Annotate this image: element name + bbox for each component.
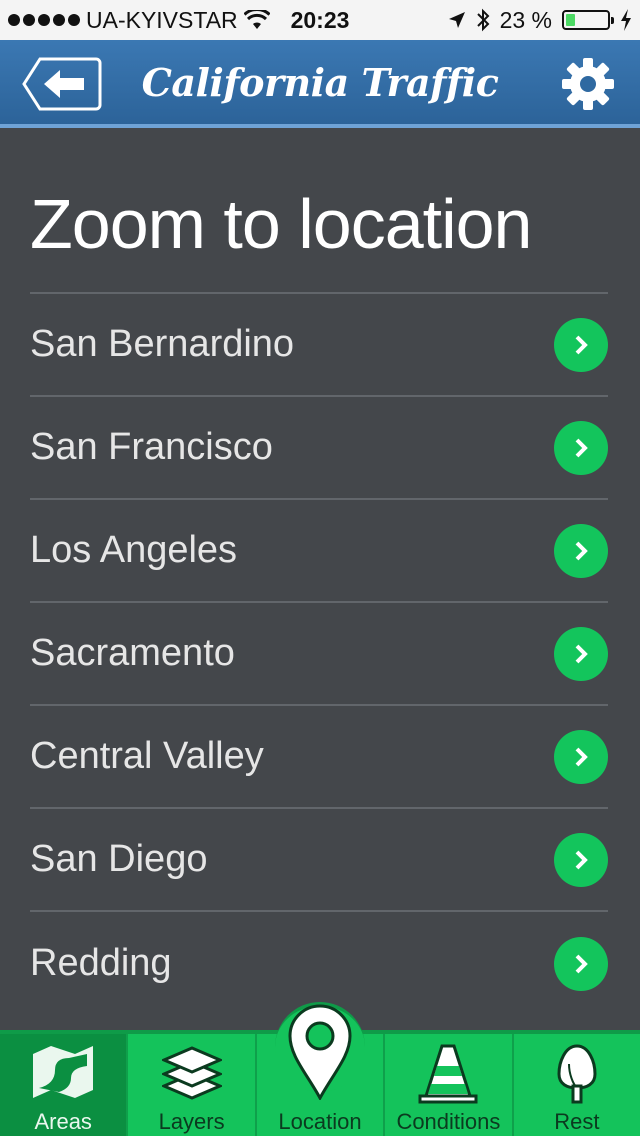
section-title: Zoom to location xyxy=(30,185,532,263)
go-button[interactable] xyxy=(554,523,608,578)
location-name: San Bernardino xyxy=(30,323,295,365)
location-name: San Francisco xyxy=(30,426,273,468)
location-list: San Bernardino San Francisco Los Angeles… xyxy=(30,294,608,1015)
tab-label: Layers xyxy=(158,1109,225,1134)
location-pin-icon xyxy=(288,1004,352,1100)
status-right: 23 % xyxy=(448,7,632,34)
location-name: Redding xyxy=(30,942,172,984)
location-name: Los Angeles xyxy=(30,529,238,571)
chevron-right-icon xyxy=(575,747,588,766)
go-button[interactable] xyxy=(554,936,608,991)
tab-bar: Areas Layers Location Conditions Rest xyxy=(0,1002,640,1136)
status-bar: UA-KYIVSTAR 20:23 23 % xyxy=(0,0,640,40)
location-item-los-angeles[interactable]: Los Angeles xyxy=(30,500,608,603)
back-arrow-icon xyxy=(22,57,102,111)
back-button[interactable] xyxy=(22,56,102,112)
gear-icon xyxy=(562,58,614,110)
app-header: California Traffic xyxy=(0,40,640,128)
location-item-san-diego[interactable]: San Diego xyxy=(30,809,608,912)
location-name: San Diego xyxy=(30,838,208,880)
bluetooth-icon xyxy=(476,8,489,32)
wifi-icon xyxy=(243,10,270,29)
layers-icon xyxy=(161,1046,222,1100)
chevron-right-icon xyxy=(575,541,588,560)
location-item-redding[interactable]: Redding xyxy=(30,912,608,1015)
go-button[interactable] xyxy=(554,832,608,887)
location-panel: Zoom to location San Bernardino San Fran… xyxy=(0,132,640,1028)
chevron-right-icon xyxy=(575,335,588,354)
settings-button[interactable] xyxy=(560,56,616,112)
tree-icon xyxy=(557,1044,597,1104)
tab-layers[interactable]: Layers xyxy=(126,1034,254,1136)
chevron-right-icon xyxy=(575,438,588,457)
location-item-sacramento[interactable]: Sacramento xyxy=(30,603,608,706)
tab-rest[interactable]: Rest xyxy=(511,1034,640,1136)
location-name: Sacramento xyxy=(30,632,235,674)
tab-label: Location xyxy=(278,1109,362,1134)
battery-percent: 23 % xyxy=(499,6,552,33)
go-button[interactable] xyxy=(554,317,608,372)
battery-level xyxy=(566,14,576,26)
tab-label: Conditions xyxy=(396,1109,501,1134)
go-button[interactable] xyxy=(554,729,608,784)
chevron-right-icon xyxy=(575,850,588,869)
tab-areas[interactable]: Areas xyxy=(0,1034,127,1136)
location-item-san-francisco[interactable]: San Francisco xyxy=(30,397,608,500)
tab-label: Rest xyxy=(554,1109,600,1134)
traffic-cone-icon xyxy=(418,1044,478,1104)
charging-bolt-icon xyxy=(621,9,631,31)
signal-strength-icon xyxy=(8,14,80,26)
map-icon xyxy=(33,1046,94,1098)
location-item-san-bernardino[interactable]: San Bernardino xyxy=(30,294,608,397)
tab-location[interactable]: Location xyxy=(254,1002,383,1136)
chevron-right-icon xyxy=(575,954,588,973)
app-title: California Traffic xyxy=(141,59,499,105)
location-name: Central Valley xyxy=(30,735,264,777)
status-left: UA-KYIVSTAR xyxy=(8,7,270,34)
carrier-name: UA-KYIVSTAR xyxy=(86,6,238,33)
go-button[interactable] xyxy=(554,420,608,475)
tab-label: Areas xyxy=(34,1109,92,1134)
location-arrow-icon xyxy=(448,12,465,28)
chevron-right-icon xyxy=(575,644,588,663)
battery-icon xyxy=(562,10,614,30)
go-button[interactable] xyxy=(554,626,608,681)
tab-conditions[interactable]: Conditions xyxy=(383,1034,511,1136)
location-item-central-valley[interactable]: Central Valley xyxy=(30,706,608,809)
